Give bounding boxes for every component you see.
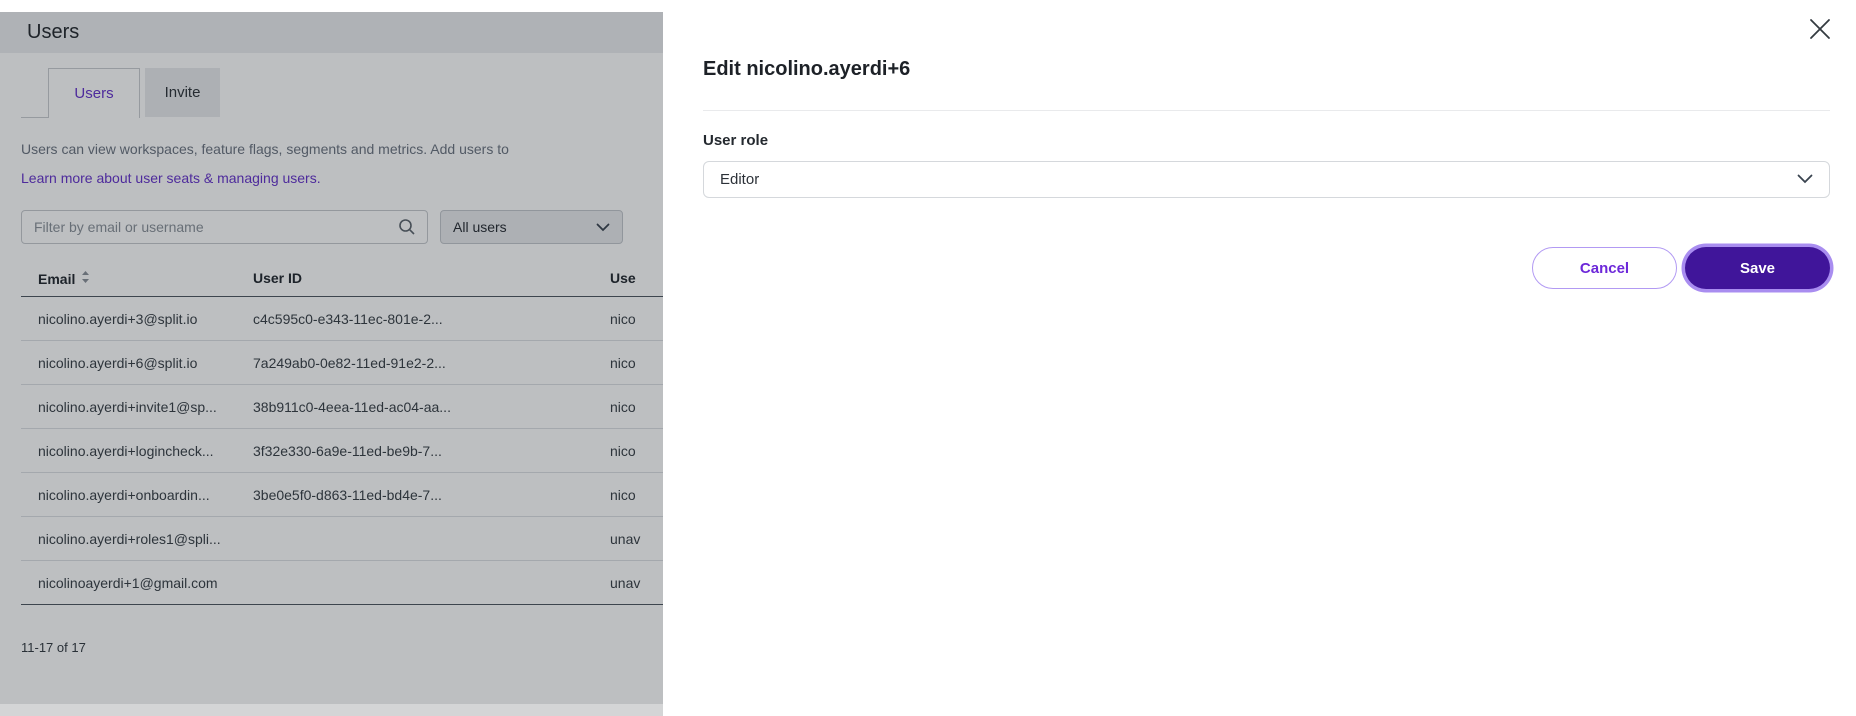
close-button[interactable] xyxy=(1806,16,1834,44)
pagination-status: 11-17 of 17 xyxy=(21,640,86,655)
search-icon xyxy=(398,218,416,241)
table-row[interactable]: nicolino.ayerdi+roles1@spli... unav xyxy=(21,517,663,561)
table-body: nicolino.ayerdi+3@split.io c4c595c0-e343… xyxy=(21,297,663,605)
modal-divider xyxy=(703,110,1830,111)
users-table: Email User ID Use nicolino.ayerdi+3@spli… xyxy=(21,260,663,605)
cell-email: nicolino.ayerdi+6@split.io xyxy=(21,355,253,371)
cell-user-id: 3f32e330-6a9e-11ed-be9b-7... xyxy=(253,443,610,459)
table-row[interactable]: nicolino.ayerdi+3@split.io c4c595c0-e343… xyxy=(21,297,663,341)
table-row[interactable]: nicolino.ayerdi+invite1@sp... 38b911c0-4… xyxy=(21,385,663,429)
cell-username: nico xyxy=(610,311,663,327)
sort-icon xyxy=(81,270,90,286)
table-row[interactable]: nicolino.ayerdi+logincheck... 3f32e330-6… xyxy=(21,429,663,473)
close-icon xyxy=(1808,17,1832,44)
cell-username: nico xyxy=(610,399,663,415)
chevron-down-icon xyxy=(596,219,610,235)
cell-email: nicolino.ayerdi+logincheck... xyxy=(21,443,253,459)
tab-users[interactable]: Users xyxy=(48,68,140,118)
table-row[interactable]: nicolino.ayerdi+6@split.io 7a249ab0-0e82… xyxy=(21,341,663,385)
cell-user-id: 38b911c0-4eea-11ed-ac04-aa... xyxy=(253,399,610,415)
modal-actions: Cancel Save xyxy=(1532,247,1830,289)
table-row[interactable]: nicolinoayerdi+1@gmail.com unav xyxy=(21,561,663,605)
cell-username: unav xyxy=(610,575,663,591)
cell-email: nicolino.ayerdi+invite1@sp... xyxy=(21,399,253,415)
users-page: Users Users Invite Users can view worksp… xyxy=(0,0,663,716)
column-header-username: Use xyxy=(610,270,663,286)
filter-row: All users xyxy=(0,210,663,244)
column-header-user-id: User ID xyxy=(253,270,610,286)
tab-invite-label: Invite xyxy=(165,84,201,101)
cancel-button[interactable]: Cancel xyxy=(1532,247,1677,289)
cell-username: nico xyxy=(610,487,663,503)
cell-user-id: 3be0e5f0-d863-11ed-bd4e-7... xyxy=(253,487,610,503)
cell-email: nicolinoayerdi+1@gmail.com xyxy=(21,575,253,591)
user-filter-dropdown[interactable]: All users xyxy=(440,210,623,244)
edit-user-modal: Edit nicolino.ayerdi+6 User role Editor … xyxy=(663,0,1856,716)
save-button[interactable]: Save xyxy=(1685,247,1830,289)
filter-input[interactable] xyxy=(21,210,428,244)
screen: Users Users Invite Users can view worksp… xyxy=(0,0,1856,716)
table-row[interactable]: nicolino.ayerdi+onboardin... 3be0e5f0-d8… xyxy=(21,473,663,517)
cell-email: nicolino.ayerdi+onboardin... xyxy=(21,487,253,503)
learn-more-link[interactable]: Learn more about user seats & managing u… xyxy=(21,170,321,186)
bottom-scroll-strip xyxy=(0,704,663,716)
cell-username: nico xyxy=(610,355,663,371)
user-role-value: Editor xyxy=(720,171,759,188)
cell-user-id: c4c595c0-e343-11ec-801e-2... xyxy=(253,311,610,327)
page-header: Users xyxy=(0,12,663,53)
cell-username: unav xyxy=(610,531,663,547)
page-description: Users can view workspaces, feature flags… xyxy=(21,141,663,157)
tab-invite[interactable]: Invite xyxy=(145,68,220,117)
cell-username: nico xyxy=(610,443,663,459)
cell-email: nicolino.ayerdi+roles1@spli... xyxy=(21,531,253,547)
chevron-down-icon xyxy=(1797,171,1813,188)
tab-bar: Users Invite xyxy=(48,68,220,118)
cell-user-id: 7a249ab0-0e82-11ed-91e2-2... xyxy=(253,355,610,371)
column-header-email[interactable]: Email xyxy=(21,270,253,287)
user-role-select[interactable]: Editor xyxy=(703,161,1830,198)
modal-title: Edit nicolino.ayerdi+6 xyxy=(703,58,910,81)
user-filter-value: All users xyxy=(453,219,507,235)
cell-email: nicolino.ayerdi+3@split.io xyxy=(21,311,253,327)
user-role-label: User role xyxy=(703,132,768,149)
tab-users-label: Users xyxy=(74,85,113,102)
table-header-row: Email User ID Use xyxy=(21,260,663,297)
tabbar-baseline xyxy=(21,117,48,118)
page-title: Users xyxy=(0,21,79,44)
